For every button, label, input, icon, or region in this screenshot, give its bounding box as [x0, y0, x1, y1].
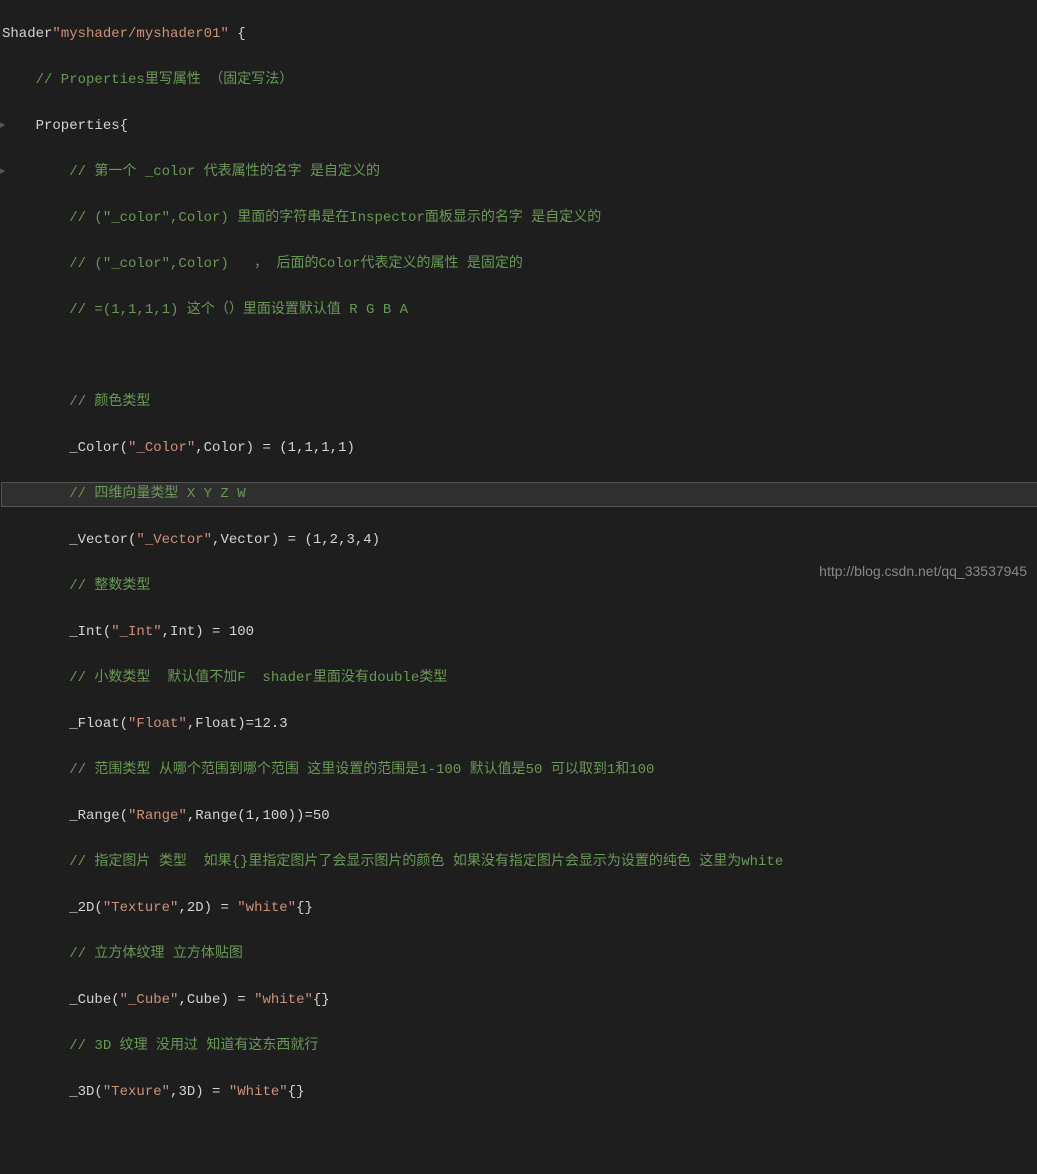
string: "Float"	[128, 716, 187, 732]
text: ,Color) = (1,1,1,1)	[195, 440, 355, 456]
code-line: _Color("_Color",Color) = (1,1,1,1)	[2, 437, 1037, 460]
comment: // =(1,1,1,1) 这个（）里面设置默认值 R G B A	[2, 302, 408, 318]
comment: // 指定图片 类型 如果{}里指定图片了会显示图片的颜色 如果没有指定图片会显…	[2, 854, 783, 870]
text: _Range(	[2, 808, 128, 824]
comment: // ("_color",Color) ， 后面的Color代表定义的属性 是固…	[2, 256, 523, 272]
code-line: // =(1,1,1,1) 这个（）里面设置默认值 R G B A	[2, 299, 1037, 322]
code-line: // Properties里写属性 （固定写法）	[2, 69, 1037, 92]
code-line: // ("_color",Color) ， 后面的Color代表定义的属性 是固…	[2, 253, 1037, 276]
punct: {	[229, 26, 246, 42]
comment: // ("_color",Color) 里面的字符串是在Inspector面板显…	[2, 210, 601, 226]
string: "_Int"	[111, 624, 161, 640]
code-line: }	[2, 1173, 1037, 1174]
comment: // Properties里写属性 （固定写法）	[2, 72, 293, 88]
code-line: _Vector("_Vector",Vector) = (1,2,3,4)	[2, 529, 1037, 552]
code-line-active: // 四维向量类型 X Y Z W	[2, 483, 1037, 506]
code-line: Shader"myshader/myshader01" {	[2, 23, 1037, 46]
string: "white"	[254, 992, 313, 1008]
text: _Color(	[2, 440, 128, 456]
comment: // 立方体纹理 立方体贴图	[2, 946, 243, 962]
code-line: _Range("Range",Range(1,100))=50	[2, 805, 1037, 828]
comment: // 整数类型	[2, 578, 150, 594]
string: "Texure"	[103, 1084, 170, 1100]
code-line	[2, 1127, 1037, 1150]
code-line: ▸ Properties{	[2, 115, 1037, 138]
text: ,Vector) = (1,2,3,4)	[212, 532, 380, 548]
text: _Float(	[2, 716, 128, 732]
fold-icon[interactable]: ▸	[0, 161, 8, 184]
comment: // 颜色类型	[2, 394, 150, 410]
code-line: // ("_color",Color) 里面的字符串是在Inspector面板显…	[2, 207, 1037, 230]
string: "_Color"	[128, 440, 195, 456]
code-line: _Int("_Int",Int) = 100	[2, 621, 1037, 644]
watermark-text: http://blog.csdn.net/qq_33537945	[819, 560, 1027, 583]
text: ,2D) =	[178, 900, 237, 916]
code-line: // 立方体纹理 立方体贴图	[2, 943, 1037, 966]
comment: // 范围类型 从哪个范围到哪个范围 这里设置的范围是1-100 默认值是50 …	[2, 762, 654, 778]
text: _3D(	[2, 1084, 103, 1100]
string: "Range"	[128, 808, 187, 824]
text: {}	[313, 992, 330, 1008]
code-line	[2, 345, 1037, 368]
code-line: ▸ // 第一个 _color 代表属性的名字 是自定义的	[2, 161, 1037, 184]
text: ,Float)=12.3	[187, 716, 288, 732]
string: "_Cube"	[120, 992, 179, 1008]
string: "white"	[237, 900, 296, 916]
string: "myshader/myshader01"	[52, 26, 228, 42]
text: ,3D) =	[170, 1084, 229, 1100]
text: _Int(	[2, 624, 111, 640]
text: _Cube(	[2, 992, 120, 1008]
code-line: // 范围类型 从哪个范围到哪个范围 这里设置的范围是1-100 默认值是50 …	[2, 759, 1037, 782]
comment: // 3D 纹理 没用过 知道有这东西就行	[2, 1038, 318, 1054]
text: Properties{	[2, 118, 128, 134]
code-line: // 指定图片 类型 如果{}里指定图片了会显示图片的颜色 如果没有指定图片会显…	[2, 851, 1037, 874]
text: _Vector(	[2, 532, 136, 548]
comment: // 小数类型 默认值不加F shader里面没有double类型	[2, 670, 447, 686]
comment: // 四维向量类型 X Y Z W	[2, 486, 246, 502]
text: {}	[296, 900, 313, 916]
code-line: _Cube("_Cube",Cube) = "white"{}	[2, 989, 1037, 1012]
text: ,Int) = 100	[162, 624, 254, 640]
code-line: // 3D 纹理 没用过 知道有这东西就行	[2, 1035, 1037, 1058]
code-line: _2D("Texture",2D) = "white"{}	[2, 897, 1037, 920]
text: ,Cube) =	[178, 992, 254, 1008]
code-line: // 颜色类型	[2, 391, 1037, 414]
text: ,Range(1,100))=50	[187, 808, 330, 824]
keyword: Shader	[2, 26, 52, 42]
text: {}	[288, 1084, 305, 1100]
text: _2D(	[2, 900, 103, 916]
code-line: _Float("Float",Float)=12.3	[2, 713, 1037, 736]
fold-icon[interactable]: ▸	[0, 115, 8, 138]
string: "Texture"	[103, 900, 179, 916]
string: "_Vector"	[136, 532, 212, 548]
comment: // 第一个 _color 代表属性的名字 是自定义的	[2, 164, 380, 180]
code-editor[interactable]: Shader"myshader/myshader01" { // Propert…	[0, 0, 1037, 1174]
string: "White"	[229, 1084, 288, 1100]
code-line: // 小数类型 默认值不加F shader里面没有double类型	[2, 667, 1037, 690]
code-line: _3D("Texure",3D) = "White"{}	[2, 1081, 1037, 1104]
